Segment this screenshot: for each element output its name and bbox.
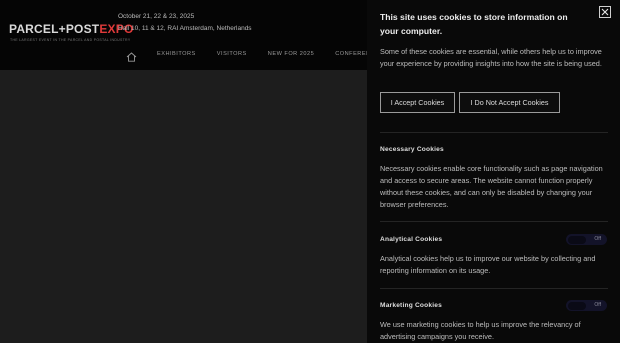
marketing-cookies-desc: We use marketing cookies to help us impr… — [380, 320, 581, 341]
decline-cookies-button[interactable]: I Do Not Accept Cookies — [459, 92, 560, 113]
necessary-cookies-title: Necessary Cookies — [380, 146, 444, 153]
cookie-panel-intro: Some of these cookies are essential, whi… — [380, 47, 602, 68]
cookie-consent-panel: This site uses cookies to store informat… — [367, 0, 620, 343]
marketing-cookies-toggle[interactable]: Off — [566, 300, 607, 311]
divider — [380, 132, 608, 133]
analytical-cookies-desc: Analytical cookies help us to improve ou… — [380, 254, 596, 275]
necessary-cookies-desc: Necessary cookies enable core functional… — [380, 164, 603, 209]
toggle-state-label: Off — [594, 302, 601, 308]
toggle-knob — [568, 235, 586, 244]
event-dates: October 21, 22 & 23, 2025 — [118, 13, 195, 20]
logo-tagline: THE LARGEST EVENT IN THE PARCEL AND POST… — [10, 38, 131, 42]
toggle-knob — [568, 301, 586, 310]
divider — [380, 221, 608, 222]
nav-item-new-for-2025[interactable]: NEW FOR 2025 — [268, 51, 314, 57]
main-nav: EXHIBITORS VISITORS NEW FOR 2025 CONFERE… — [126, 49, 400, 62]
nav-item-exhibitors[interactable]: EXHIBITORS — [157, 51, 196, 57]
divider — [380, 288, 608, 289]
event-venue: Hall 10, 11 & 12, RAI Amsterdam, Netherl… — [118, 24, 252, 32]
logo-main-text: PARCEL+POST — [9, 22, 100, 36]
site-logo[interactable]: PARCEL+POSTEXPO — [9, 22, 133, 36]
cookie-panel-title: This site uses cookies to store informat… — [380, 12, 568, 36]
accept-cookies-button[interactable]: I Accept Cookies — [380, 92, 455, 113]
event-info: October 21, 22 & 23, 2025 Hall 10, 11 & … — [118, 11, 252, 34]
analytical-cookies-title: Analytical Cookies — [380, 236, 443, 243]
marketing-cookies-title: Marketing Cookies — [380, 302, 443, 309]
close-button[interactable] — [599, 6, 611, 18]
toggle-state-label: Off — [594, 236, 601, 242]
nav-item-visitors[interactable]: VISITORS — [217, 51, 247, 57]
close-icon — [601, 8, 609, 16]
analytical-cookies-toggle[interactable]: Off — [566, 234, 607, 245]
home-icon[interactable] — [126, 49, 137, 62]
